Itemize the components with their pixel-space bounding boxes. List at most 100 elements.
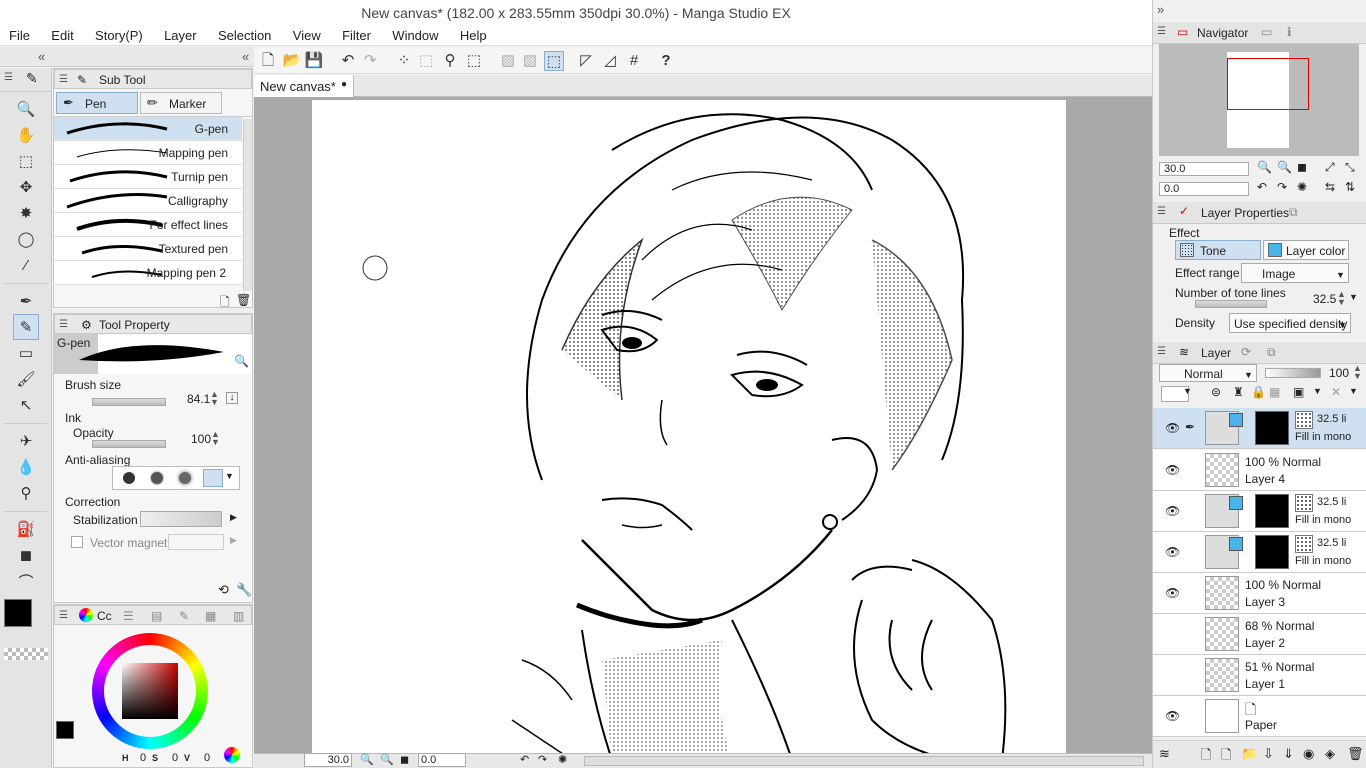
menu-window[interactable]: Window bbox=[383, 26, 447, 46]
stabilization-arrow-icon[interactable]: ▶ bbox=[230, 512, 237, 523]
saturation-value[interactable]: 0 bbox=[172, 752, 178, 764]
layer-mask-thumbnail[interactable] bbox=[1255, 535, 1289, 569]
delete-subtool-icon[interactable]: 🗑 bbox=[236, 293, 251, 307]
bucket-tool-icon[interactable]: ⛽ bbox=[13, 516, 39, 542]
tone-lines-stepper[interactable]: ▲ ▼ bbox=[1337, 290, 1346, 307]
dropdown-arrow-icon[interactable]: ▼ bbox=[225, 471, 234, 481]
layer-row[interactable]: 51 % Normal Layer 1 bbox=[1153, 655, 1366, 696]
brush-size-slider[interactable] bbox=[92, 398, 166, 406]
antialias-none-icon[interactable] bbox=[123, 472, 135, 484]
menu-file[interactable]: File bbox=[0, 26, 39, 46]
main-color-mini-swatch[interactable] bbox=[56, 721, 74, 739]
nav-rotate-right-icon[interactable]: ↷ bbox=[1277, 180, 1287, 194]
zoom-tool-icon[interactable]: 🔍 bbox=[13, 96, 39, 122]
visibility-eye-icon[interactable]: 👁 bbox=[1165, 463, 1180, 477]
layer-row[interactable]: 👁 100 % Normal Layer 4 bbox=[1153, 450, 1366, 491]
panel-menu-icon[interactable]: ☰ bbox=[59, 71, 68, 89]
pressure-settings-icon[interactable]: ↓ bbox=[226, 392, 238, 404]
new-file-icon[interactable]: 🗋 bbox=[258, 51, 278, 71]
brush-item[interactable]: Mapping pen 2 bbox=[54, 261, 242, 285]
eraser-tool-icon[interactable]: ▭ bbox=[13, 340, 39, 366]
zoom-field[interactable]: 30.0 bbox=[304, 753, 352, 767]
delete-layer-icon[interactable]: 🗑 bbox=[1347, 746, 1364, 762]
color-wheel-tab-icon[interactable] bbox=[79, 608, 93, 622]
blend-mode-select[interactable]: Normal ▼ bbox=[1159, 364, 1257, 382]
help-icon[interactable]: ? bbox=[656, 51, 676, 71]
color-set-tab-icon[interactable]: ☰ bbox=[123, 607, 134, 625]
menu-view[interactable]: View bbox=[284, 26, 330, 46]
brush-item[interactable]: For effect lines bbox=[54, 213, 242, 237]
menu-help[interactable]: Help bbox=[451, 26, 496, 46]
canvas-area[interactable] bbox=[254, 97, 1152, 753]
layer-mask-thumbnail[interactable] bbox=[1255, 411, 1289, 445]
rotate-right-icon[interactable]: ↷ bbox=[538, 753, 547, 766]
clip-layer-icon[interactable]: ⊜ bbox=[1211, 385, 1221, 399]
intermediate-color-tab-icon[interactable]: ▦ bbox=[205, 607, 216, 625]
select-all-icon[interactable]: ▧ bbox=[520, 51, 540, 71]
navigator-rotation-field[interactable]: 0.0 bbox=[1159, 182, 1249, 196]
layer-palette-menu-icon[interactable]: ≋ bbox=[1159, 746, 1170, 762]
color-panel-tab-label[interactable]: Cc bbox=[97, 607, 112, 625]
open-file-icon[interactable]: 📂 bbox=[282, 51, 302, 71]
canvas-paper[interactable] bbox=[312, 100, 1066, 753]
create-mask-icon[interactable]: ◉ bbox=[1303, 746, 1314, 762]
transfer-down-icon[interactable]: ⇩ bbox=[1263, 746, 1274, 762]
nav-zoom-in-icon[interactable]: 🔍 bbox=[1277, 160, 1292, 174]
visibility-eye-icon[interactable]: 👁 bbox=[1165, 504, 1180, 518]
redo-icon[interactable]: ↷ bbox=[360, 51, 380, 71]
main-color-swatch[interactable] bbox=[4, 599, 32, 627]
clear-icon[interactable]: ⁘ bbox=[394, 51, 414, 71]
selection-tool-icon[interactable]: ◯ bbox=[13, 226, 39, 252]
lock-transparency-icon[interactable]: ▦ bbox=[1269, 385, 1280, 399]
snap-to-special-ruler-icon[interactable]: ◿ bbox=[600, 51, 620, 71]
lock-layer-icon[interactable]: 🔒 bbox=[1251, 385, 1266, 399]
nav-actual-size-icon[interactable]: ⤢ bbox=[1325, 160, 1335, 175]
snap-to-grid-icon[interactable]: # bbox=[624, 51, 644, 71]
fit-screen-icon[interactable]: ◼ bbox=[400, 753, 409, 766]
value-value[interactable]: 0 bbox=[204, 752, 210, 764]
nav-flip-horizontal-icon[interactable]: ⇆ bbox=[1325, 180, 1335, 194]
gradient-tool-icon[interactable]: ◼ bbox=[13, 542, 39, 568]
pen-tab-icon[interactable]: ✎ bbox=[26, 70, 38, 87]
fill-tool-icon[interactable]: ⚲ bbox=[13, 480, 39, 506]
density-select[interactable]: Use specified density ▼ bbox=[1229, 313, 1351, 333]
menu-selection[interactable]: Selection bbox=[209, 26, 280, 46]
layer-opacity-value[interactable]: 100 bbox=[1329, 366, 1349, 380]
collapse-right-icon[interactable]: « bbox=[242, 49, 249, 64]
effect-range-select[interactable]: Image ▼ bbox=[1241, 263, 1349, 283]
new-folder-icon[interactable]: 📁 bbox=[1241, 746, 1257, 762]
hue-value[interactable]: 0 bbox=[140, 752, 146, 764]
snap-to-ruler-icon[interactable]: ◸ bbox=[576, 51, 596, 71]
nav-flip-vertical-icon[interactable]: ⇅ bbox=[1345, 180, 1355, 194]
rotation-field[interactable]: 0.0 bbox=[418, 753, 466, 767]
brush-item[interactable]: Mapping pen bbox=[54, 141, 242, 165]
curve-tool-icon[interactable]: ⌒ bbox=[13, 568, 39, 594]
save-icon[interactable]: 💾 bbox=[304, 51, 324, 71]
history-tab-icon[interactable]: ▥ bbox=[233, 607, 244, 625]
transform-icon[interactable]: ⬚ bbox=[464, 51, 484, 71]
opacity-value[interactable]: 100 bbox=[191, 432, 211, 446]
nav-rotate-left-icon[interactable]: ↶ bbox=[1257, 180, 1267, 194]
layer-opacity-stepper[interactable]: ▲ ▼ bbox=[1353, 364, 1362, 381]
layer-mask-thumbnail[interactable] bbox=[1255, 494, 1289, 528]
horizontal-scrollbar[interactable] bbox=[584, 756, 1144, 766]
reset-icon[interactable]: ⟲ bbox=[218, 582, 229, 598]
reset-rotation-icon[interactable]: ✺ bbox=[558, 753, 567, 766]
panel-menu-icon[interactable]: ☰ bbox=[59, 607, 68, 625]
ruler-show-icon[interactable]: ✕ bbox=[1331, 385, 1341, 399]
opacity-slider[interactable] bbox=[92, 440, 166, 448]
hand-tool-icon[interactable]: ✋ bbox=[13, 122, 39, 148]
navigator-viewport-frame[interactable] bbox=[1227, 58, 1309, 110]
approximate-color-tab-icon[interactable]: ✎ bbox=[179, 607, 189, 625]
panel-menu-icon[interactable]: ☰ bbox=[59, 316, 68, 334]
tab-pen[interactable]: ✒ Pen bbox=[56, 92, 138, 114]
layer-row[interactable]: 👁 100 % Normal Layer 3 bbox=[1153, 573, 1366, 614]
eyedropper-tool-icon[interactable]: ⁄ bbox=[13, 252, 39, 278]
navigator-zoom-field[interactable]: 30.0 bbox=[1159, 162, 1249, 176]
zoom-in-icon[interactable]: 🔍 bbox=[380, 753, 394, 766]
brush-tool-icon[interactable]: 🖌 bbox=[13, 366, 39, 392]
move-tool-icon[interactable]: ✥ bbox=[13, 174, 39, 200]
layer-color-button[interactable]: Layer color bbox=[1263, 240, 1349, 260]
collapse-left-icon[interactable]: « bbox=[38, 49, 45, 64]
visibility-eye-icon[interactable]: 👁 bbox=[1165, 545, 1180, 559]
